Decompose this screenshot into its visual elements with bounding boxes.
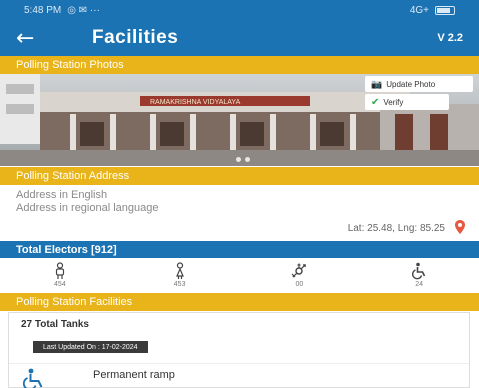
app-version: V 2.2: [437, 32, 463, 44]
facility-label: Permanent ramp: [93, 369, 175, 381]
address-block: Address in English Address in regional l…: [0, 185, 479, 239]
male-icon: [55, 262, 64, 279]
section-header-address: Polling Station Address: [0, 167, 479, 185]
network-signal: 4G+: [409, 4, 429, 16]
verify-button[interactable]: ✔ Verify: [365, 94, 449, 110]
camera-icon: 📷: [371, 78, 383, 89]
update-photo-label: Update Photo: [386, 79, 436, 89]
check-icon: ✔: [371, 96, 380, 108]
elector-third-gender: 00: [240, 258, 360, 292]
update-photo-button[interactable]: 📷 Update Photo: [365, 76, 473, 92]
status-bar: 5:48 PM ◎ ✉ ··· 4G+: [0, 0, 479, 20]
wheelchair-icon: [412, 262, 426, 280]
elector-count-male: 454: [54, 281, 66, 288]
section-header-electors: Total Electors [912]: [0, 241, 479, 258]
elector-count-female: 453: [173, 281, 186, 288]
elector-count-pwd: 24: [415, 281, 424, 288]
pager-dot: [236, 157, 241, 162]
map-pin-icon[interactable]: [453, 220, 467, 234]
back-arrow-icon[interactable]: ←: [16, 26, 56, 51]
female-icon: [175, 262, 184, 279]
section-header-photos: Polling Station Photos: [0, 56, 479, 74]
wheelchair-icon: [23, 368, 43, 388]
section-header-facilities: Polling Station Facilities: [0, 293, 479, 311]
third-gender-icon: [291, 263, 307, 278]
notification-icons: ◎ ✉ ···: [67, 4, 100, 16]
total-tanks: 27 Total Tanks: [21, 319, 89, 330]
photo-pager-dots: [236, 157, 250, 162]
polling-station-photo[interactable]: RAMAKRISHNA VIDYALAYA 📷 Update Photo ✔ V…: [0, 74, 479, 166]
page-title: Facilities: [92, 27, 179, 48]
school-sign: RAMAKRISHNA VIDYALAYA: [150, 99, 241, 106]
verify-label: Verify: [383, 97, 404, 107]
app-bar: ← Facilities V 2.2: [0, 20, 479, 56]
elector-count-third-gender: 00: [295, 281, 304, 288]
status-time: 5:48 PM: [24, 4, 62, 16]
last-updated-badge: Last Updated On : 17-02-2024: [33, 341, 148, 353]
address-regional: Address in regional language: [16, 202, 159, 214]
lat-lng-readout: Lat: 25.48, Lng: 85.25: [347, 223, 445, 234]
pager-dot: [245, 157, 250, 162]
elector-male: 454: [0, 258, 120, 292]
battery-icon: [435, 5, 455, 15]
elector-pwd: 24: [359, 258, 479, 292]
electors-breakdown: 454 453 00 24: [0, 258, 479, 292]
facility-item[interactable]: Permanent ramp: [9, 363, 469, 388]
facilities-card: 27 Total Tanks Last Updated On : 17-02-2…: [8, 312, 470, 388]
address-english: Address in English: [16, 189, 108, 201]
elector-female: 453: [120, 258, 240, 292]
